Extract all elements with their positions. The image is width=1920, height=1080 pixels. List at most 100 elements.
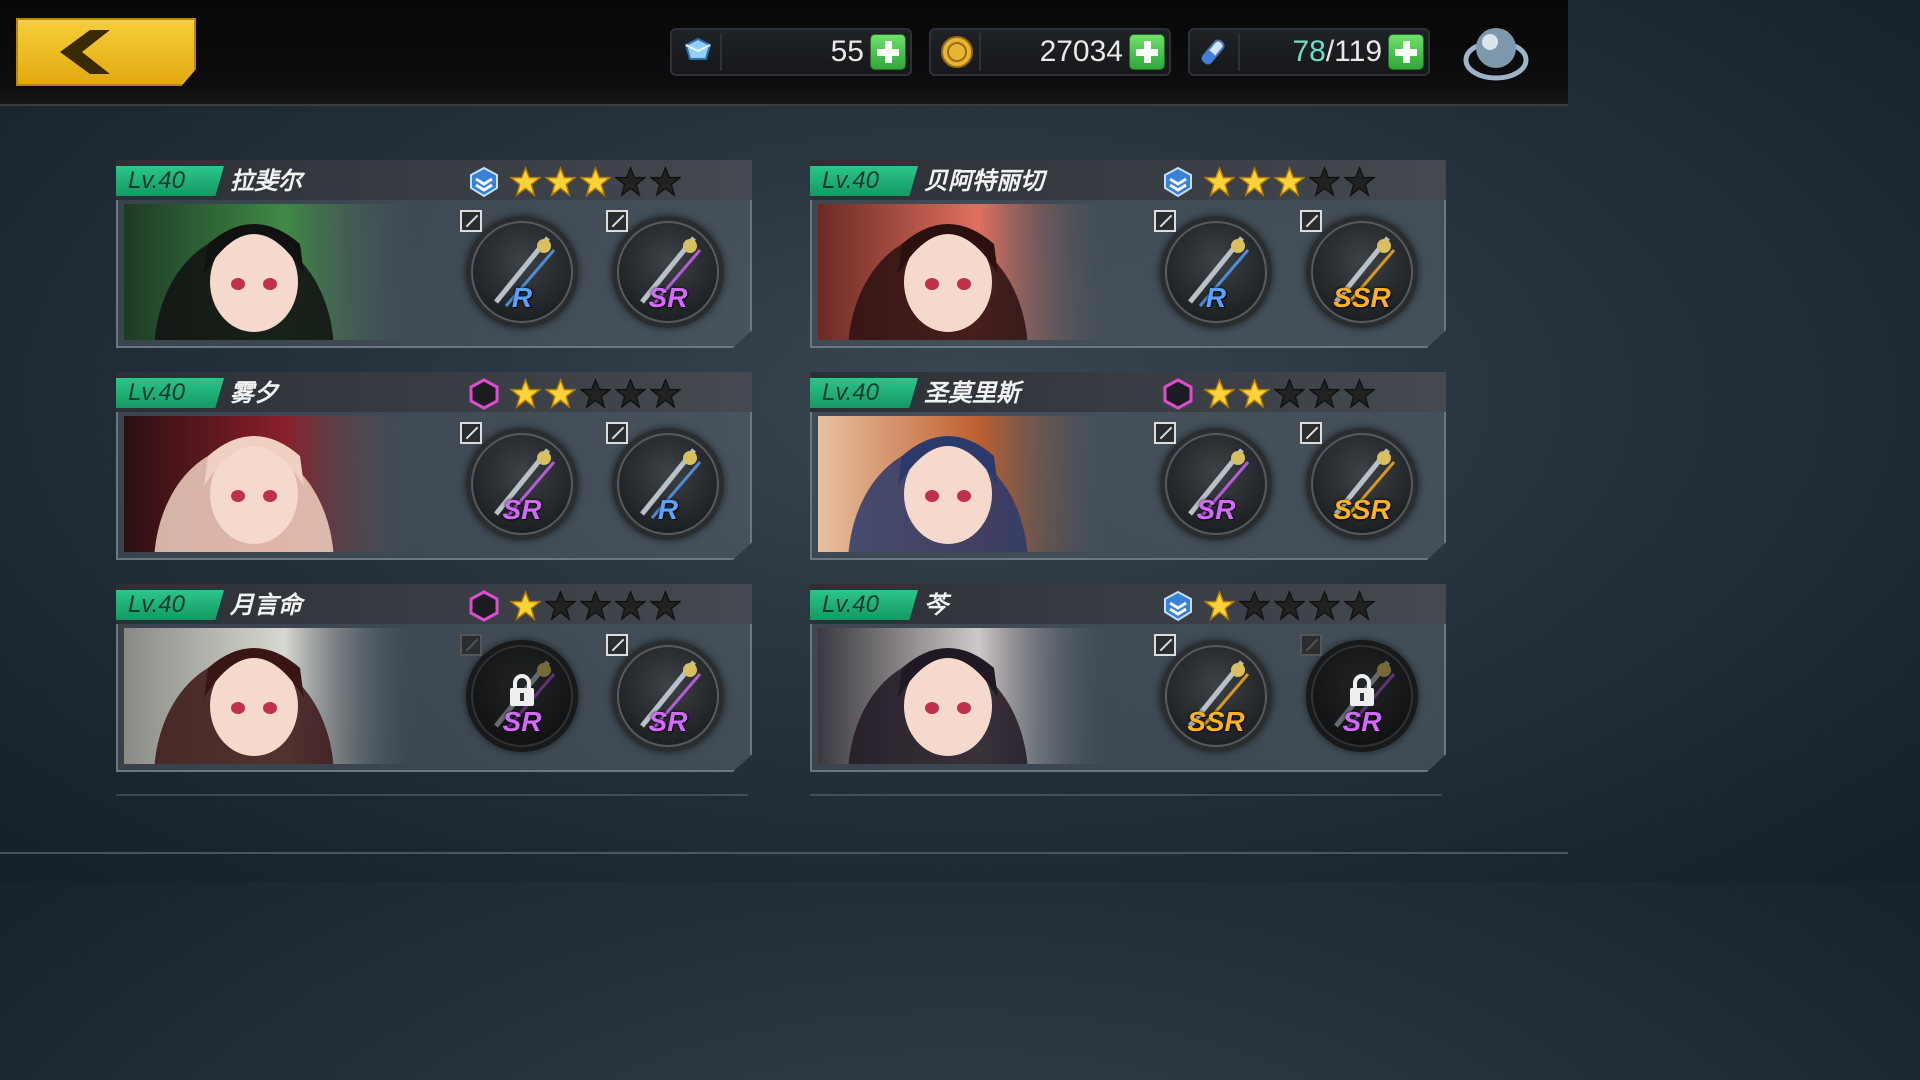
settings-orb-button[interactable]	[1460, 20, 1530, 86]
back-button[interactable]	[16, 18, 196, 86]
character-name: 雾夕	[230, 379, 278, 407]
star-empty-icon	[1237, 589, 1272, 622]
character-name: 月言命	[230, 591, 302, 619]
weapon-rarity: SR	[502, 494, 542, 525]
edit-icon[interactable]	[1154, 210, 1176, 232]
weapon-rarity: SSR	[1333, 494, 1391, 525]
divider-left	[116, 794, 748, 796]
weapon-rarity: SR	[1196, 494, 1236, 525]
star-filled-icon	[508, 165, 543, 198]
level-badge: Lv.40	[810, 590, 918, 620]
character-card[interactable]: Lv.40 月言命 SR SR	[116, 584, 752, 772]
star-filled-icon	[578, 165, 613, 198]
card-body: SR SSR	[810, 412, 1446, 560]
character-portrait[interactable]	[124, 204, 416, 340]
weapon-slot[interactable]: R	[606, 422, 724, 540]
lock-icon	[1350, 674, 1374, 706]
weapon-rarity: SSR	[1333, 282, 1391, 313]
star-rating	[508, 589, 683, 622]
star-empty-icon	[648, 377, 683, 410]
character-name: 芩	[924, 591, 948, 619]
character-name: 拉斐尔	[230, 167, 302, 195]
top-bar: 55 27034 78/119	[0, 0, 1568, 106]
weapon-slot[interactable]: SSR	[1300, 210, 1418, 328]
star-empty-icon	[578, 377, 613, 410]
star-empty-icon	[613, 589, 648, 622]
level-badge: Lv.40	[116, 378, 224, 408]
star-empty-icon	[1307, 377, 1342, 410]
star-rating	[1202, 377, 1377, 410]
edit-icon[interactable]	[1300, 422, 1322, 444]
stamina-counter: 78/119	[1188, 28, 1430, 76]
weapon-slot[interactable]: SR	[460, 422, 578, 540]
character-card[interactable]: Lv.40 贝阿特丽切 R SSR	[810, 160, 1446, 348]
stamina-icon	[1194, 33, 1240, 71]
card-body: SR SR	[116, 624, 752, 772]
edit-icon[interactable]	[1154, 634, 1176, 656]
weapon-slot[interactable]: R	[460, 210, 578, 328]
character-card[interactable]: Lv.40 圣莫里斯 SR SSR	[810, 372, 1446, 560]
weapon-rarity: R	[1205, 282, 1227, 313]
weapon-slot[interactable]: SR	[1300, 634, 1418, 752]
add-gold-button[interactable]	[1129, 34, 1165, 70]
star-empty-icon	[578, 589, 613, 622]
character-portrait[interactable]	[818, 416, 1110, 552]
star-filled-icon	[543, 165, 578, 198]
add-stamina-button[interactable]	[1388, 34, 1424, 70]
star-empty-icon	[613, 165, 648, 198]
weapon-slot[interactable]: R	[1154, 210, 1272, 328]
character-card[interactable]: Lv.40 芩 SSR SR	[810, 584, 1446, 772]
edit-icon[interactable]	[606, 210, 628, 232]
edit-icon[interactable]	[606, 422, 628, 444]
stamina-current: 78	[1292, 35, 1326, 68]
weapon-slot[interactable]: SSR	[1154, 634, 1272, 752]
card-body: R SSR	[810, 200, 1446, 348]
character-name: 贝阿特丽切	[924, 167, 1044, 195]
character-portrait[interactable]	[124, 416, 416, 552]
character-card[interactable]: Lv.40 雾夕 SR R	[116, 372, 752, 560]
character-portrait[interactable]	[818, 204, 1110, 340]
star-empty-icon	[648, 589, 683, 622]
star-filled-icon	[1202, 589, 1237, 622]
star-filled-icon	[1272, 165, 1307, 198]
shield-class-icon	[1162, 166, 1194, 198]
edit-icon[interactable]	[1300, 634, 1322, 656]
edit-icon[interactable]	[460, 634, 482, 656]
star-empty-icon	[648, 165, 683, 198]
weapon-slot[interactable]: SR	[606, 634, 724, 752]
card-body: SSR SR	[810, 624, 1446, 772]
stamina-separator: /	[1325, 35, 1335, 68]
character-card[interactable]: Lv.40 拉斐尔 R SR	[116, 160, 752, 348]
character-portrait[interactable]	[124, 628, 416, 764]
weapon-slot[interactable]: SR	[1154, 422, 1272, 540]
star-empty-icon	[543, 589, 578, 622]
star-empty-icon	[613, 377, 648, 410]
diamond-icon	[676, 33, 722, 71]
star-rating	[508, 165, 683, 198]
weapon-rarity: R	[511, 282, 533, 313]
edit-icon[interactable]	[460, 422, 482, 444]
level-badge: Lv.40	[810, 378, 918, 408]
character-portrait[interactable]	[818, 628, 1110, 764]
gold-coin-icon	[935, 33, 981, 71]
add-diamonds-button[interactable]	[870, 34, 906, 70]
weapon-slot[interactable]: SSR	[1300, 422, 1418, 540]
star-rating	[1202, 589, 1377, 622]
weapon-slot[interactable]: SR	[606, 210, 724, 328]
hexagon-class-icon	[1162, 378, 1194, 410]
edit-icon[interactable]	[606, 634, 628, 656]
star-empty-icon	[1307, 589, 1342, 622]
weapon-rarity: SR	[502, 706, 542, 737]
card-body: SR R	[116, 412, 752, 560]
stamina-max: 119	[1334, 35, 1382, 68]
gold-counter: 27034	[929, 28, 1171, 76]
star-empty-icon	[1342, 589, 1377, 622]
edit-icon[interactable]	[1154, 422, 1176, 444]
star-empty-icon	[1307, 165, 1342, 198]
edit-icon[interactable]	[1300, 210, 1322, 232]
star-filled-icon	[1202, 165, 1237, 198]
weapon-slot[interactable]: SR	[460, 634, 578, 752]
edit-icon[interactable]	[460, 210, 482, 232]
shield-class-icon	[468, 166, 500, 198]
weapon-rarity: SR	[1342, 706, 1382, 737]
